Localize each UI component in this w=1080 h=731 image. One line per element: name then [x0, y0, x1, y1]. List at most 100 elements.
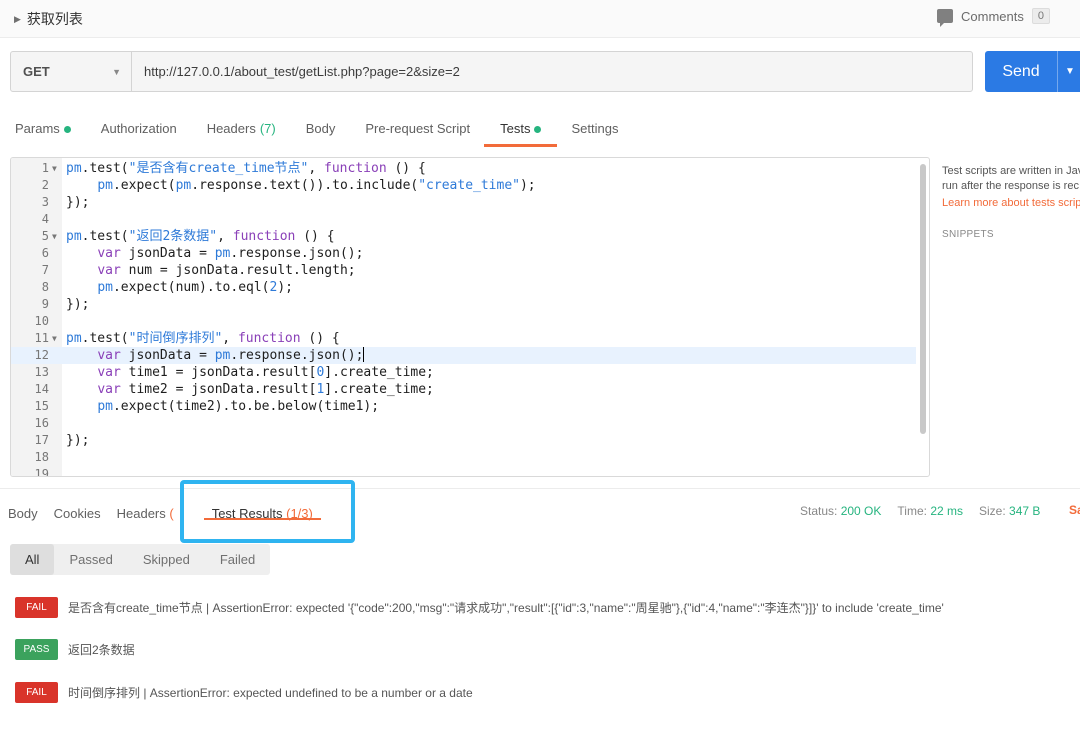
code-line: 1 ▼ pm.test("是否含有create_time节点", function …	[11, 160, 916, 177]
code-line: 8 pm.expect(num).to.eql(2);	[11, 279, 916, 296]
code-line: 7 var num = jsonData.result.length;	[11, 262, 916, 279]
status-label: Status:	[800, 504, 838, 518]
code-line: 4	[11, 211, 916, 228]
tab-label: Authorization	[100, 121, 177, 136]
code-text: var jsonData = pm.response.json();	[97, 347, 365, 363]
tab-label: Tests	[500, 121, 531, 136]
tab-label: Headers	[116, 506, 166, 521]
editor-scrollbar[interactable]	[920, 164, 926, 434]
request-name-label: 获取列表	[26, 11, 83, 27]
line-number: 16	[34, 416, 49, 430]
comments-count-badge: 0	[1031, 8, 1050, 24]
line-number: 15	[34, 399, 49, 413]
time-label: Time:	[897, 504, 927, 518]
tab-tests[interactable]: Tests	[483, 107, 558, 147]
url-input[interactable]: http://127.0.0.1/about_test/getList.php?…	[132, 52, 972, 91]
fold-arrow-icon[interactable]: ▼	[52, 228, 57, 245]
request-title[interactable]: ▶ 获取列表	[14, 9, 83, 29]
size-label: Size:	[979, 504, 1006, 518]
status-value: 200 OK	[840, 504, 882, 518]
tab-headers[interactable]: Headers (7)	[207, 107, 276, 147]
filter-all[interactable]: All	[10, 544, 55, 575]
text-cursor	[363, 347, 365, 362]
result-message: 时间倒序排列 | AssertionError: expected undefi…	[68, 686, 473, 700]
tab-body[interactable]: Body	[306, 107, 336, 147]
test-result-row: FAIL 时间倒序排列 | AssertionError: expected un…	[15, 682, 473, 703]
method-select[interactable]: GET ▼	[11, 52, 132, 91]
chevron-down-icon: ▼	[112, 66, 121, 77]
size-value: 347 B	[1009, 504, 1041, 518]
tab-authorization[interactable]: Authorization	[101, 107, 177, 147]
response-tab-cookies[interactable]: Cookies	[54, 489, 101, 533]
filter-skipped[interactable]: Skipped	[128, 544, 205, 575]
code-text: pm.test("是否含有create_time节点", function ()…	[66, 161, 426, 176]
line-number: 1	[41, 161, 49, 175]
code-line: 17});	[11, 432, 916, 449]
save-response-button[interactable]: Sa	[1069, 503, 1080, 517]
time-value: 22 ms	[930, 504, 963, 518]
code-line: 6 var jsonData = pm.response.json();	[11, 245, 916, 262]
result-message: 是否含有create_time节点 | AssertionError: expe…	[68, 601, 944, 615]
line-number: 11	[34, 331, 49, 345]
result-message: 返回2条数据	[68, 643, 135, 657]
fold-arrow-icon[interactable]: ▼	[52, 160, 57, 177]
help-intro-line-2: run after the response is rec	[942, 180, 1079, 192]
line-number: 9	[41, 297, 49, 311]
response-tab-test-results[interactable]: Test Results (1/3)	[203, 489, 322, 533]
result-status-badge: FAIL	[15, 597, 58, 618]
code-text: pm.expect(pm.response.text()).to.include…	[97, 178, 536, 193]
line-number: 19	[34, 467, 49, 477]
code-line: 13 var time1 = jsonData.result[0].create…	[11, 364, 916, 381]
line-number: 5	[41, 229, 49, 243]
response-tab-body[interactable]: Body	[8, 489, 38, 533]
test-result-row: PASS 返回2条数据	[15, 639, 135, 660]
code-line: 2 pm.expect(pm.response.text()).to.inclu…	[11, 177, 916, 194]
line-number: 3	[41, 195, 49, 209]
snippets-heading: SNIPPETS	[942, 229, 994, 240]
response-tab-headers[interactable]: Headers (	[117, 489, 174, 533]
tab-pre-request-script[interactable]: Pre-request Script	[365, 107, 470, 147]
tab-params[interactable]: Params	[15, 107, 71, 147]
comments-button[interactable]: Comments 0	[937, 8, 1050, 27]
tab-count: (1/3)	[282, 506, 313, 521]
code-text: pm.expect(num).to.eql(2);	[97, 280, 293, 295]
send-button[interactable]: Send ▼	[985, 51, 1080, 92]
tab-label: Params	[15, 121, 60, 136]
code-line: 14 var time2 = jsonData.result[1].create…	[11, 381, 916, 398]
line-number: 18	[34, 450, 49, 464]
code-line: 15 pm.expect(time2).to.be.below(time1);	[11, 398, 916, 415]
test-result-row: FAIL 是否含有create_time节点 | AssertionError: …	[15, 597, 944, 618]
status-dot-icon	[63, 126, 71, 133]
line-number: 12	[34, 348, 49, 362]
learn-more-link[interactable]: Learn more about tests scrip	[942, 197, 1080, 209]
code-line: 18	[11, 449, 916, 466]
code-line: 12 var jsonData = pm.response.json();	[11, 347, 916, 364]
send-dropdown-icon[interactable]: ▼	[1057, 51, 1075, 92]
tab-settings[interactable]: Settings	[571, 107, 618, 147]
fold-arrow-icon[interactable]: ▼	[52, 330, 57, 347]
tab-label: Body	[8, 506, 38, 521]
status-dot-icon	[534, 126, 542, 133]
tab-label: Cookies	[53, 506, 101, 521]
code-text: var num = jsonData.result.length;	[97, 263, 356, 278]
tab-label: Settings	[571, 121, 619, 136]
line-number: 7	[41, 263, 49, 277]
code-text: });	[66, 297, 90, 312]
expand-triangle-icon[interactable]: ▶	[14, 14, 21, 25]
code-text: pm.test("返回2条数据", function () {	[66, 229, 335, 244]
code-line: 3});	[11, 194, 916, 211]
tab-count: (7)	[259, 121, 276, 136]
tab-label: Pre-request Script	[365, 121, 471, 136]
code-line: 5 ▼ pm.test("返回2条数据", function () {	[11, 228, 916, 245]
method-label: GET	[23, 64, 50, 79]
filter-passed[interactable]: Passed	[54, 544, 127, 575]
filter-failed[interactable]: Failed	[205, 544, 270, 575]
help-intro-line-1: Test scripts are written in Jav	[942, 165, 1080, 177]
comment-icon	[937, 9, 954, 27]
code-line: 19	[11, 466, 916, 477]
request-header-bar: ▶ 获取列表 Comments 0	[0, 0, 1080, 38]
tests-code-editor[interactable]: 1 ▼ pm.test("是否含有create_time节点", function …	[10, 157, 930, 477]
code-text: });	[66, 433, 90, 448]
test-result-filters: All Passed Skipped Failed	[10, 544, 271, 575]
line-number: 8	[41, 280, 49, 294]
